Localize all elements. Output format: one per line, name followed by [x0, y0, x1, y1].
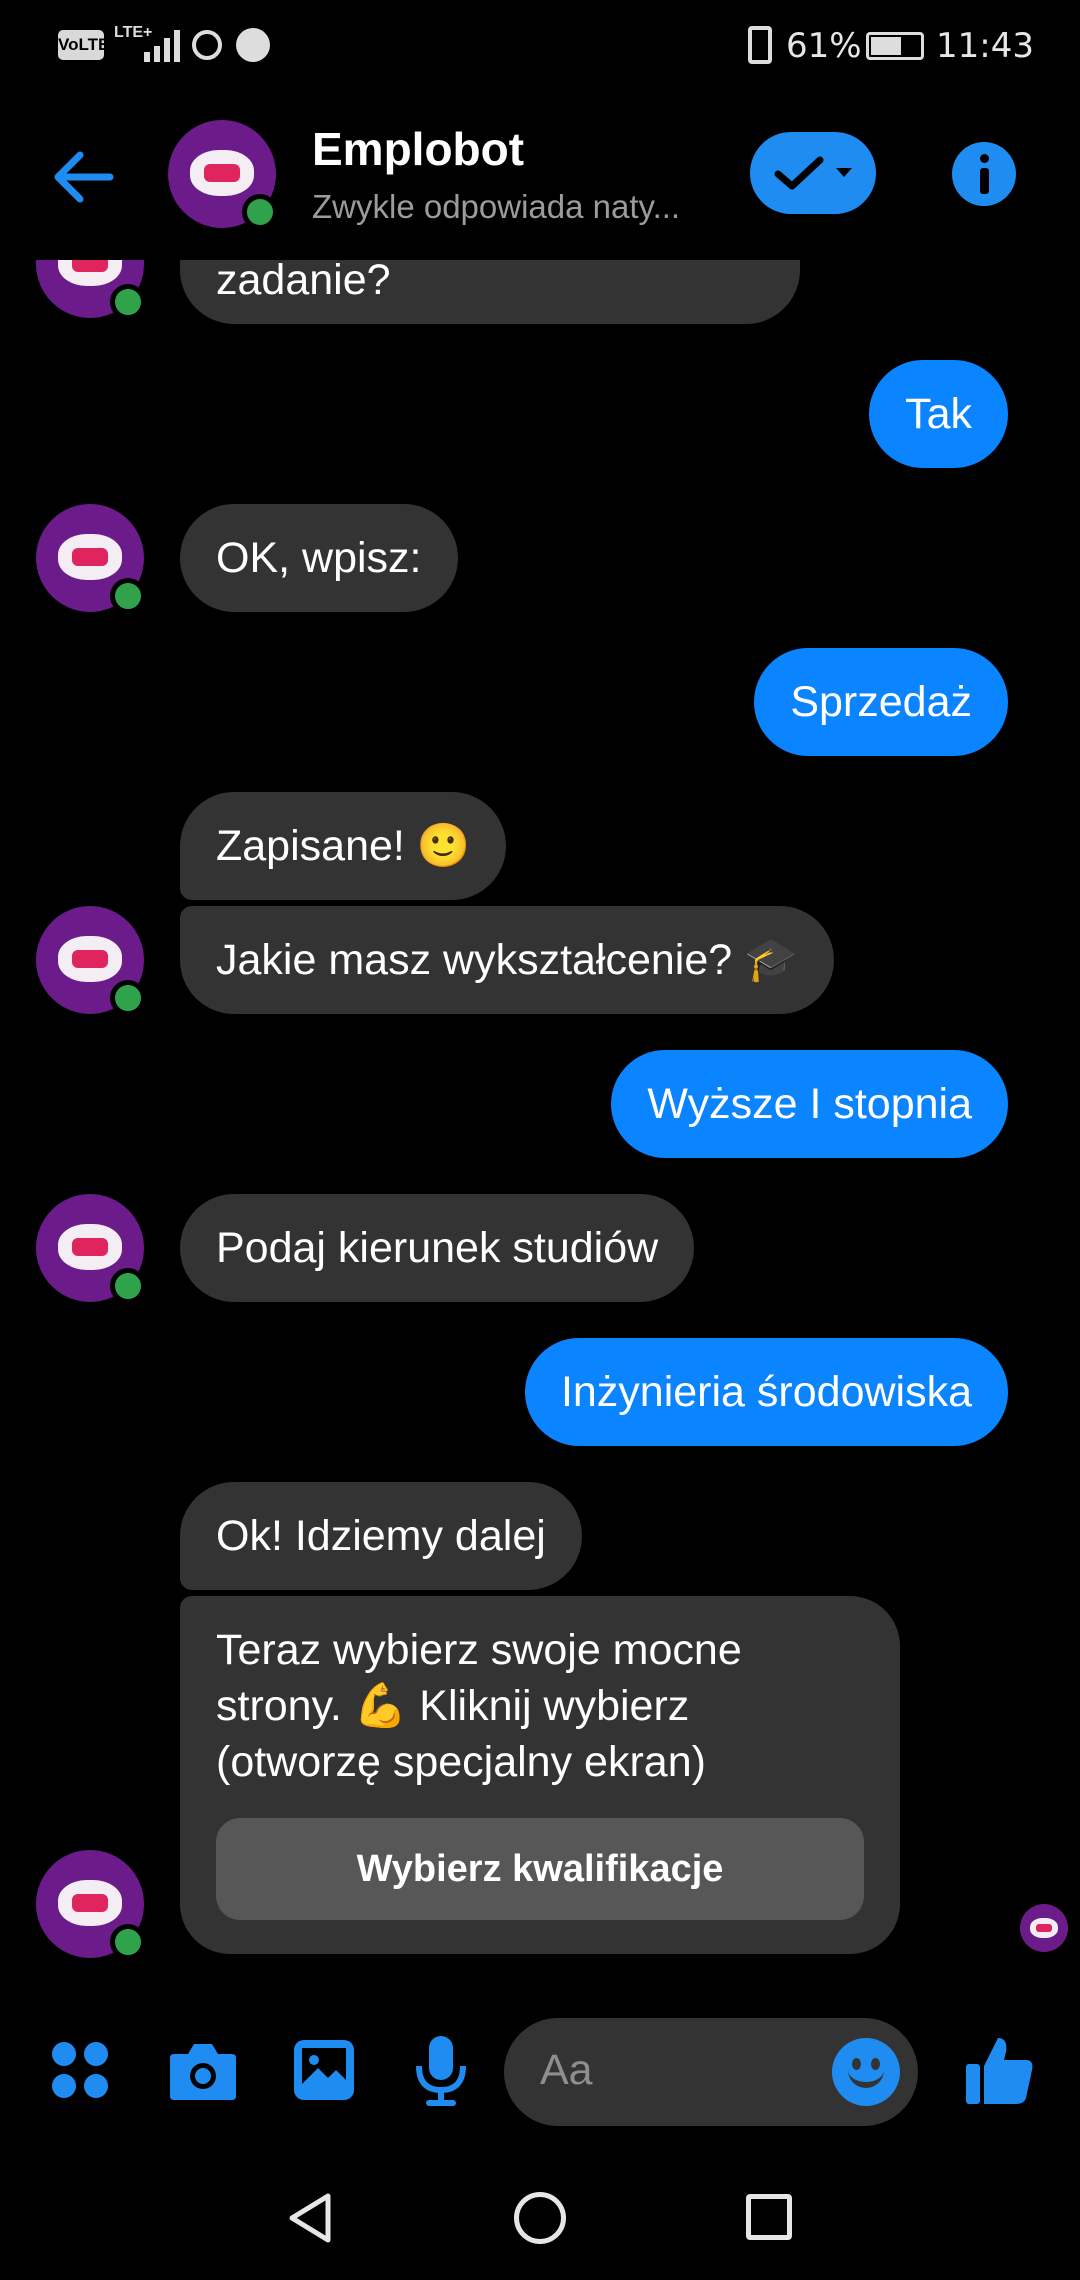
spotify-icon [236, 28, 270, 62]
message-list-body: Tak OK, wpisz: Sprzedaż Zapisane! 🙂 Jaki… [0, 258, 1080, 1988]
message-text: Wyższe I stopnia [647, 1080, 972, 1128]
message-bubble-outgoing[interactable]: Tak [869, 360, 1008, 468]
message-card: Teraz wybierz swoje mocne strony. 💪 Klik… [180, 1596, 900, 1954]
checkmark-icon [774, 156, 824, 190]
message-text: Jakie masz wykształcenie? 🎓 [216, 936, 798, 984]
camera-icon[interactable] [166, 2038, 240, 2104]
thumbs-up-icon[interactable] [962, 2032, 1036, 2108]
message-text: Inżynieria środowiska [560, 1368, 972, 1416]
composer-bar: Aa [0, 2000, 1080, 2150]
message-bubble-incoming[interactable]: Zapisane! 🙂 [180, 792, 507, 900]
message-input-placeholder: Aa [540, 2046, 593, 2094]
contact-status: Zwykle odpowiada naty... [312, 188, 681, 225]
message-bubble-incoming[interactable]: Podaj kierunek studiów [180, 1194, 695, 1302]
chat-header: Emplobot Zwykle odpowiada naty... [0, 100, 1080, 260]
four-dots-icon[interactable] [52, 2042, 112, 2102]
message-text: Ok! Idziemy dalej [216, 1512, 546, 1560]
message-bubble-outgoing[interactable]: Sprzedaż [754, 648, 1008, 756]
message-text: Tak [905, 390, 972, 438]
status-bar: VoLTE LTE+ 61% 11:43 [0, 0, 1080, 90]
recents-square-icon[interactable] [746, 2194, 792, 2240]
alarm-icon [192, 30, 222, 60]
clock: 11:43 [936, 26, 1034, 66]
arrow-left-icon[interactable] [48, 142, 118, 212]
smiley-icon[interactable] [832, 2038, 900, 2106]
volte-badge: VoLTE [58, 30, 109, 60]
message-bubble-incoming[interactable]: OK, wpisz: [180, 504, 458, 612]
image-icon[interactable] [292, 2038, 356, 2102]
message-text: Sprzedaż [790, 678, 972, 726]
navigation-bar [0, 2160, 1080, 2280]
avatar [36, 1194, 146, 1304]
message-text-line: Teraz wybierz swoje mocne [216, 1626, 742, 1674]
message-bubble-incoming[interactable]: Jakie masz wykształcenie? 🎓 [180, 906, 834, 1014]
message-text: Podaj kierunek studiów [216, 1224, 659, 1272]
microphone-icon[interactable] [414, 2034, 468, 2108]
contact-name[interactable]: Emplobot [312, 122, 524, 176]
signal-icon: LTE+ [114, 24, 184, 64]
info-icon[interactable] [952, 142, 1016, 206]
avatar [36, 906, 146, 1016]
message-bubble-incoming[interactable]: Ok! Idziemy dalej [180, 1482, 582, 1590]
button-label: Wybierz kwalifikacje [356, 1848, 724, 1890]
message-bubble-outgoing[interactable]: Wyższe I stopnia [611, 1050, 1008, 1158]
battery-icon [866, 32, 924, 60]
message-text: OK, wpisz: [216, 534, 422, 582]
battery-percent: 61% [786, 26, 862, 66]
message-text: Zapisane! 🙂 [216, 822, 471, 870]
lte-label: LTE+ [114, 24, 153, 41]
message-bubble-outgoing[interactable]: Inżynieria środowiska [524, 1338, 1008, 1446]
message-input[interactable]: Aa [504, 2018, 918, 2126]
avatar [36, 1850, 146, 1960]
chevron-down-icon [836, 168, 852, 177]
back-triangle-icon[interactable] [284, 2190, 336, 2246]
avatar [36, 504, 146, 614]
vibrate-icon [748, 26, 772, 64]
read-receipt-avatar [1020, 1904, 1068, 1952]
message-text-line: (otworzę specjalny ekran) [216, 1738, 706, 1786]
avatar[interactable] [168, 120, 278, 230]
message-text-line: strony. 💪 Kliknij wybierz [216, 1682, 690, 1730]
choose-qualifications-button[interactable]: Wybierz kwalifikacje [216, 1818, 864, 1920]
home-circle-icon[interactable] [514, 2192, 566, 2244]
verified-dropdown-button[interactable] [750, 132, 876, 214]
